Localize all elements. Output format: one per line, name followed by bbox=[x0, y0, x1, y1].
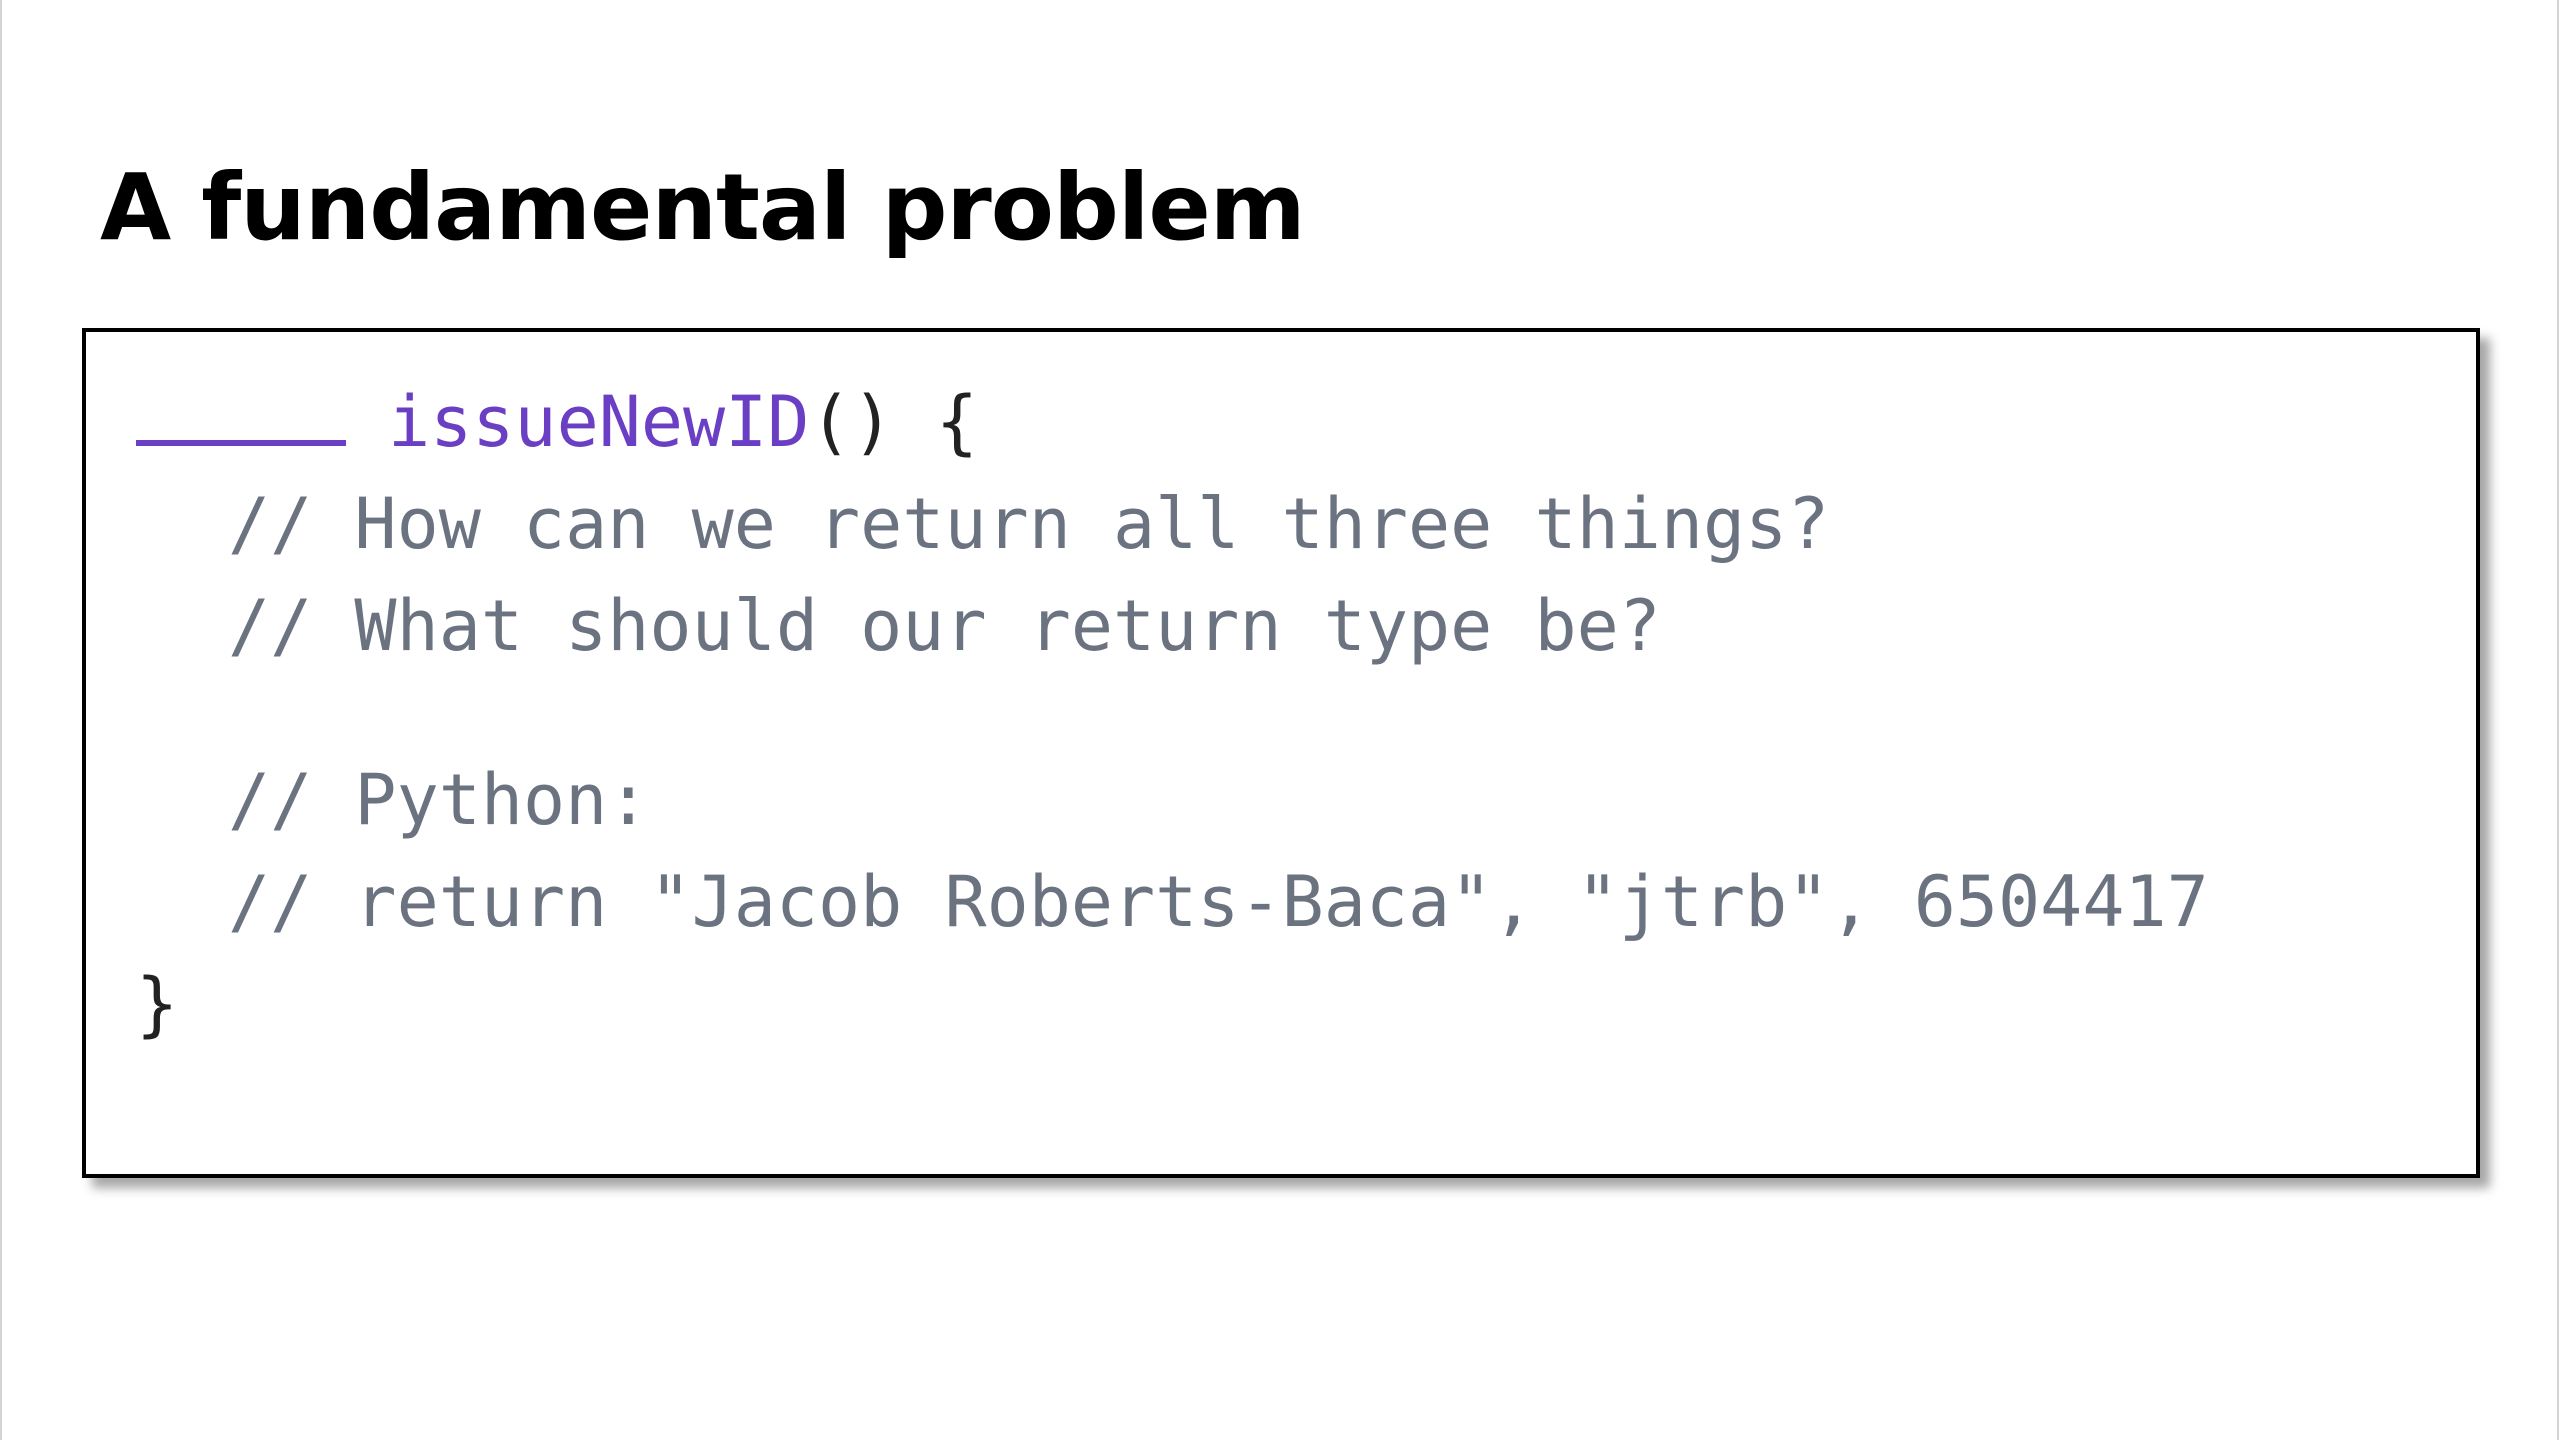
code-content: issueNewID() { // How can we return all … bbox=[136, 372, 2209, 1045]
code-comment-2: // What should our return type be? bbox=[228, 585, 1661, 667]
slide-title: A fundamental problem bbox=[100, 154, 1306, 261]
return-type-blank bbox=[136, 380, 346, 446]
code-comment-1: // How can we return all three things? bbox=[228, 483, 1830, 565]
closing-brace: } bbox=[136, 963, 179, 1045]
function-name: issueNewID bbox=[388, 381, 810, 463]
code-comment-4: // return "Jacob Roberts-Baca", "jtrb", … bbox=[228, 861, 2209, 943]
code-comment-3: // Python: bbox=[228, 759, 650, 841]
signature-punctuation: () { bbox=[809, 381, 979, 463]
code-line-signature: issueNewID() { bbox=[136, 372, 978, 472]
code-block: issueNewID() { // How can we return all … bbox=[82, 328, 2480, 1178]
